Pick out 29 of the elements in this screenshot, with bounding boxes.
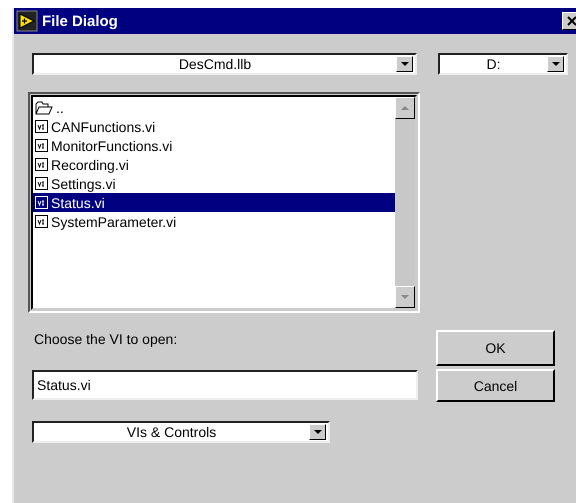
file-list-item[interactable]: SystemParameter.vi bbox=[33, 212, 395, 231]
path-dropdown[interactable]: DesCmd.llb bbox=[32, 53, 417, 75]
file-list-item[interactable]: .. bbox=[33, 98, 395, 117]
vi-file-icon bbox=[35, 196, 48, 209]
filename-field[interactable]: Status.vi bbox=[32, 370, 418, 400]
vi-file-icon bbox=[35, 158, 48, 171]
file-list-item[interactable]: MonitorFunctions.vi bbox=[33, 136, 395, 155]
scrollbar[interactable] bbox=[395, 97, 415, 308]
window-title: File Dialog bbox=[42, 12, 119, 30]
close-icon bbox=[567, 16, 576, 26]
file-list-item[interactable]: Settings.vi bbox=[33, 174, 395, 193]
file-list-item[interactable]: Recording.vi bbox=[33, 155, 395, 174]
down-arrow-icon bbox=[401, 295, 409, 299]
scroll-down-button[interactable] bbox=[395, 286, 415, 308]
drive-dropdown[interactable]: D: bbox=[438, 53, 568, 75]
up-arrow-icon bbox=[401, 106, 409, 110]
folder-icon bbox=[35, 100, 53, 114]
vi-file-icon bbox=[35, 139, 48, 152]
file-list-item[interactable]: Status.vi bbox=[33, 193, 395, 212]
prompt-label: Choose the VI to open: bbox=[33, 330, 178, 347]
scroll-up-button[interactable] bbox=[395, 97, 415, 119]
close-button[interactable] bbox=[562, 12, 576, 30]
file-list-item[interactable]: CANFunctions.vi bbox=[33, 117, 395, 136]
cancel-button[interactable]: Cancel bbox=[436, 369, 555, 402]
ok-button[interactable]: OK bbox=[436, 330, 555, 366]
filter-dropdown[interactable]: VIs & Controls bbox=[32, 421, 330, 443]
vi-file-icon bbox=[35, 177, 48, 190]
vi-file-icon bbox=[35, 215, 48, 228]
vi-file-icon bbox=[35, 120, 48, 133]
